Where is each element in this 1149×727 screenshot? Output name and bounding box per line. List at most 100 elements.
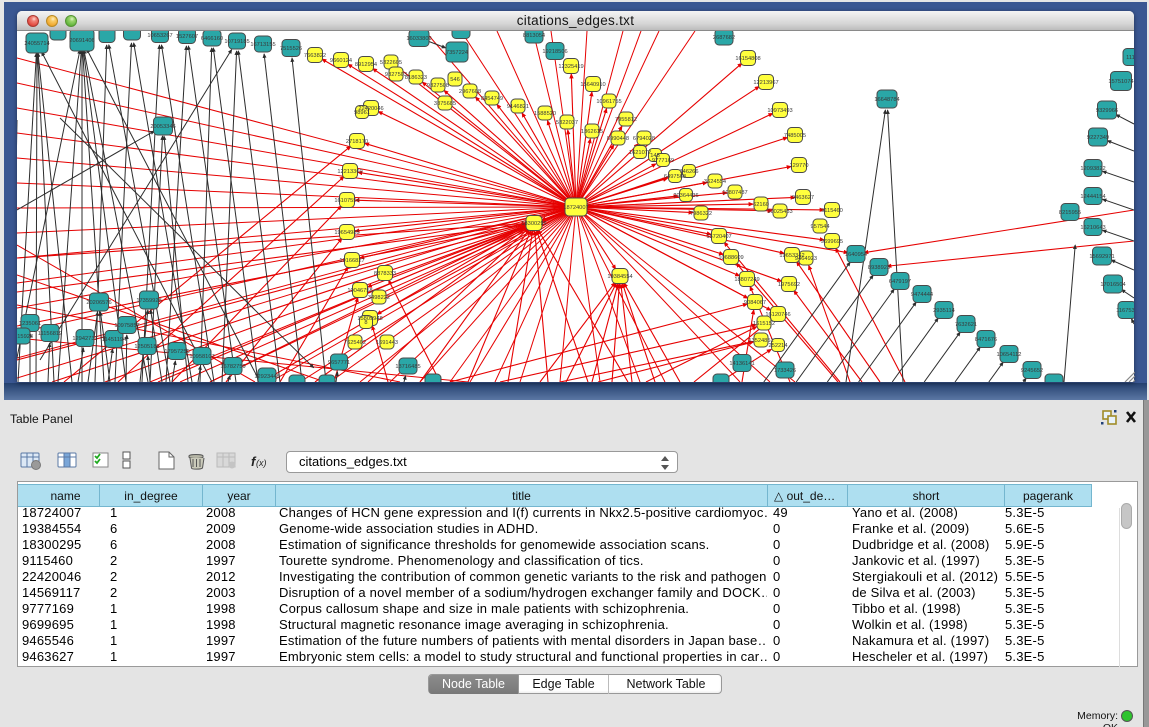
- svg-text:6479197: 6479197: [889, 279, 911, 285]
- svg-text:957544: 957544: [811, 224, 830, 230]
- svg-text:9657771: 9657771: [328, 360, 350, 366]
- svg-text:15692971: 15692971: [1089, 254, 1114, 260]
- svg-text:98961: 98961: [354, 110, 370, 116]
- svg-text:3498222: 3498222: [368, 295, 390, 301]
- svg-text:1527607: 1527607: [176, 34, 198, 40]
- svg-text:12444154: 12444154: [1080, 194, 1105, 200]
- svg-text:20206576: 20206576: [86, 300, 111, 306]
- svg-text:15720407: 15720407: [706, 234, 731, 240]
- svg-text:10973493: 10973493: [767, 108, 792, 114]
- svg-text:17359928: 17359928: [136, 298, 161, 304]
- svg-text:12923448: 12923448: [254, 374, 279, 380]
- svg-text:9474444: 9474444: [911, 292, 933, 298]
- svg-text:12213967: 12213967: [753, 80, 778, 86]
- svg-text:2967608: 2967608: [459, 89, 481, 95]
- svg-text:252214: 252214: [769, 343, 788, 349]
- svg-text:7625402: 7625402: [344, 340, 366, 346]
- svg-text:19654985: 19654985: [334, 230, 359, 236]
- svg-text:9329966: 9329966: [1096, 108, 1118, 114]
- svg-text:10958107: 10958107: [189, 354, 214, 360]
- svg-text:19653342: 19653342: [779, 253, 804, 259]
- svg-text:18807249: 18807249: [734, 277, 759, 283]
- svg-text:13716485: 13716485: [395, 364, 420, 370]
- svg-text:17016504: 17016504: [1100, 282, 1125, 288]
- svg-text:1975692: 1975692: [778, 282, 800, 288]
- svg-text:18300295: 18300295: [521, 221, 546, 227]
- svg-text:20691406: 20691406: [69, 38, 94, 44]
- svg-text:9146821: 9146821: [507, 104, 529, 110]
- svg-text:16648784: 16648784: [874, 97, 899, 103]
- svg-text:7663822: 7663822: [304, 53, 326, 59]
- svg-text:1733426: 1733426: [774, 368, 796, 374]
- svg-text:10807487: 10807487: [722, 190, 747, 196]
- svg-text:5322037: 5322037: [556, 120, 578, 126]
- svg-text:8912954: 8912954: [355, 62, 377, 68]
- svg-text:9084067: 9084067: [744, 300, 766, 306]
- svg-text:8990448: 8990448: [607, 136, 629, 142]
- svg-text:9327503: 9327503: [385, 72, 407, 78]
- svg-text:7357224: 7357224: [446, 50, 468, 56]
- svg-text:10719185: 10719185: [224, 39, 249, 45]
- svg-text:1167533: 1167533: [1116, 308, 1134, 314]
- svg-text:2935114: 2935114: [933, 308, 955, 314]
- svg-text:1640954: 1640954: [845, 252, 867, 258]
- svg-text:1588520: 1588520: [534, 111, 556, 117]
- svg-text:1362615: 1362615: [581, 129, 603, 135]
- svg-text:8471676: 8471676: [975, 337, 997, 343]
- svg-text:16033809: 16033809: [406, 36, 431, 42]
- svg-text:10046758: 10046758: [347, 288, 372, 294]
- svg-text:12505185: 12505185: [134, 344, 159, 350]
- svg-text:20053346: 20053346: [150, 124, 175, 130]
- svg-text:6794028: 6794028: [633, 136, 655, 142]
- svg-text:129770: 129770: [790, 163, 809, 169]
- svg-text:7515526: 7515526: [280, 46, 302, 52]
- svg-text:12942737: 12942737: [72, 336, 97, 342]
- svg-text:15809948: 15809948: [357, 316, 382, 322]
- svg-text:546: 546: [450, 77, 460, 83]
- svg-text:9660124: 9660124: [330, 58, 352, 64]
- svg-text:2718170: 2718170: [346, 139, 368, 145]
- svg-text:16120746: 16120746: [765, 312, 790, 318]
- svg-text:24055714: 24055714: [24, 41, 49, 47]
- svg-text:8878333: 8878333: [374, 271, 396, 277]
- svg-text:62160: 62160: [753, 202, 769, 208]
- svg-text:19218506: 19218506: [542, 49, 567, 55]
- svg-text:8215955: 8215955: [1059, 210, 1081, 216]
- svg-text:3875685: 3875685: [434, 101, 456, 107]
- svg-text:16782759: 16782759: [220, 364, 245, 370]
- svg-text:9777169: 9777169: [652, 158, 674, 164]
- svg-text:19166827: 19166827: [339, 258, 364, 264]
- svg-text:11156819: 11156819: [38, 331, 62, 337]
- svg-text:1621072: 1621072: [629, 150, 651, 156]
- svg-text:11451194: 11451194: [102, 337, 126, 343]
- svg-text:9463627: 9463627: [792, 195, 814, 201]
- svg-text:15640910: 15640910: [580, 82, 605, 88]
- svg-text:16210643: 16210643: [1080, 225, 1105, 231]
- svg-text:746266: 746266: [680, 169, 699, 175]
- svg-text:7485005: 7485005: [784, 133, 806, 139]
- svg-text:10653267: 10653267: [147, 33, 172, 39]
- svg-text:7986322: 7986322: [690, 211, 712, 217]
- svg-text:8454749: 8454749: [481, 96, 503, 102]
- svg-text:7632621: 7632621: [955, 322, 977, 328]
- svg-text:10688609: 10688609: [718, 255, 743, 261]
- svg-text:15751074: 15751074: [1108, 79, 1133, 85]
- svg-text:10025483: 10025483: [767, 209, 792, 215]
- svg-text:9245652: 9245652: [1021, 368, 1043, 374]
- svg-text:1691443: 1691443: [376, 340, 398, 346]
- svg-text:8938923: 8938923: [868, 265, 890, 271]
- svg-text:12213369: 12213369: [337, 169, 362, 175]
- svg-text:(x): (x): [256, 458, 267, 468]
- svg-text:3624554: 3624554: [704, 179, 726, 185]
- svg-text:16713155: 16713155: [250, 42, 275, 48]
- svg-text:12093822: 12093822: [1080, 166, 1105, 172]
- svg-text:16107554: 16107554: [334, 198, 359, 204]
- svg-text:6466160: 6466160: [201, 36, 223, 42]
- svg-text:10654112: 10654112: [997, 352, 1022, 358]
- svg-text:19384554: 19384554: [607, 274, 632, 280]
- svg-text:1235061: 1235061: [19, 321, 41, 327]
- svg-text:9327508: 9327508: [427, 83, 449, 89]
- svg-text:8186323: 8186323: [405, 75, 427, 81]
- svg-text:18724007: 18724007: [563, 205, 588, 211]
- svg-text:16154808: 16154808: [735, 56, 760, 62]
